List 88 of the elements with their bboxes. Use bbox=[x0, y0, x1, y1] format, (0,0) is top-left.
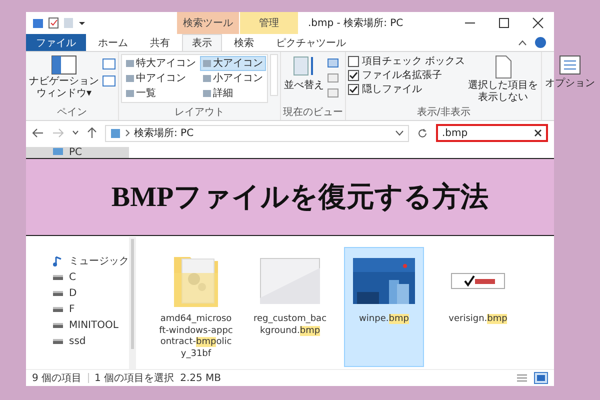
group-label: 表示/非表示 bbox=[416, 106, 472, 120]
file-name: verisign.bmp bbox=[448, 314, 508, 326]
options-button[interactable]: オプション bbox=[544, 54, 596, 91]
navigation-pane-button[interactable]: ナビゲーションウィンドウ▾ bbox=[28, 54, 100, 100]
nav-item[interactable]: D bbox=[26, 285, 129, 301]
search-field[interactable]: .bmp bbox=[436, 124, 548, 142]
sort-button[interactable]: 並べ替え bbox=[283, 54, 325, 93]
window-title: .bmp - 検索場所: PC bbox=[308, 16, 404, 30]
nav-item[interactable]: PC bbox=[26, 147, 129, 159]
checkbox-label: ファイル名拡張子 bbox=[362, 69, 442, 82]
close-icon[interactable] bbox=[532, 17, 544, 29]
preview-pane-icon[interactable] bbox=[102, 58, 116, 70]
address-field[interactable]: 検索場所: PC bbox=[105, 124, 409, 142]
properties-icon[interactable] bbox=[48, 17, 59, 29]
selection-size: 2.25 MB bbox=[180, 372, 222, 384]
ribbon-tab[interactable]: ファイル bbox=[26, 34, 86, 51]
options-icon bbox=[559, 55, 582, 75]
checkbox[interactable] bbox=[348, 70, 359, 81]
layout-option[interactable]: 大アイコン bbox=[200, 56, 266, 71]
ribbon-tab[interactable]: 共有 bbox=[140, 34, 180, 51]
checkbox-label: 隠しファイル bbox=[362, 83, 422, 96]
nav-item[interactable]: MINITOOL bbox=[26, 317, 129, 333]
drive-icon bbox=[52, 321, 64, 329]
nav-label: C bbox=[69, 272, 76, 282]
selection-count: 1 個の項目を選択 bbox=[94, 372, 174, 385]
group-label: ペイン bbox=[56, 106, 88, 120]
file-item[interactable]: reg_custom_background.bmp bbox=[250, 247, 330, 369]
file-item[interactable]: amd64_microsoft-windows-appcontract-bmpolicy_31bf bbox=[156, 247, 236, 369]
clear-icon[interactable] bbox=[534, 129, 542, 137]
maximize-icon[interactable] bbox=[498, 17, 510, 29]
drive-icon bbox=[52, 337, 64, 345]
group-label: レイアウト bbox=[174, 106, 226, 120]
music-note-icon bbox=[52, 255, 64, 267]
nav-label: D bbox=[69, 288, 77, 298]
file-name: amd64_microsoft-windows-appcontract-bmpolicy_31bf bbox=[159, 314, 233, 361]
hide-selected-button[interactable]: 選択した項目を表示しない bbox=[467, 54, 540, 104]
large-icons-view-icon[interactable] bbox=[534, 372, 548, 384]
up-icon[interactable] bbox=[87, 127, 97, 139]
gallery-scrollbar[interactable] bbox=[270, 54, 278, 96]
drive-icon bbox=[52, 305, 64, 313]
back-icon[interactable] bbox=[32, 128, 44, 138]
nav-item[interactable]: ミュージック bbox=[26, 253, 129, 269]
drive-icon bbox=[52, 273, 64, 281]
nav-label: ミュージック bbox=[69, 255, 129, 268]
nav-label: MINITOOL bbox=[69, 320, 118, 330]
nav-label: PC bbox=[69, 147, 82, 158]
details-pane-icon[interactable] bbox=[102, 75, 116, 87]
layout-option[interactable]: 特大アイコン bbox=[123, 56, 199, 71]
layout-option[interactable]: 小アイコン bbox=[200, 71, 266, 86]
scrollbar[interactable] bbox=[129, 237, 136, 369]
nav-label: F bbox=[69, 304, 75, 314]
nav-item[interactable]: F bbox=[26, 301, 129, 317]
ribbon-tab[interactable]: 検索 bbox=[224, 34, 264, 51]
document-icon bbox=[494, 55, 512, 79]
image-thumbnail bbox=[260, 258, 320, 304]
ribbon-tab[interactable]: 表示 bbox=[182, 34, 222, 51]
collapse-ribbon-icon[interactable] bbox=[518, 38, 527, 46]
check-logo-thumbnail bbox=[451, 273, 505, 289]
item-count: 9 個の項目 bbox=[32, 372, 82, 385]
sort-icon bbox=[292, 55, 316, 77]
pane-icon bbox=[51, 55, 77, 75]
checkbox[interactable] bbox=[348, 56, 359, 67]
file-item[interactable]: winpe.bmp bbox=[344, 247, 424, 367]
details-view-icon[interactable] bbox=[516, 373, 528, 383]
chevron-icon[interactable] bbox=[125, 129, 130, 137]
banner-title: BMPファイルを復元する方法 bbox=[111, 180, 489, 215]
computer-icon bbox=[52, 147, 64, 157]
computer-icon bbox=[110, 128, 121, 138]
dropdown-caret-icon[interactable] bbox=[395, 130, 404, 136]
file-name: reg_custom_background.bmp bbox=[253, 314, 327, 338]
group-label: 現在のビュー bbox=[283, 106, 343, 120]
checkbox[interactable] bbox=[348, 84, 359, 95]
nav-item[interactable]: ssd bbox=[26, 333, 129, 349]
drive-icon bbox=[52, 289, 64, 297]
context-tab-label: 管理 bbox=[240, 12, 298, 34]
file-name: winpe.bmp bbox=[359, 314, 409, 326]
ribbon-tab[interactable]: ピクチャツール bbox=[266, 34, 356, 51]
checkbox-label: 項目チェック ボックス bbox=[362, 55, 466, 68]
layout-option[interactable]: 詳細 bbox=[200, 86, 266, 101]
layout-option[interactable]: 一覧 bbox=[123, 86, 199, 101]
layout-option[interactable]: 中アイコン bbox=[123, 71, 199, 86]
context-tab-label: 検索ツール bbox=[177, 12, 239, 34]
file-item[interactable]: verisign.bmp bbox=[438, 247, 518, 367]
nav-item[interactable]: C bbox=[26, 269, 129, 285]
ribbon-tab[interactable]: ホーム bbox=[88, 34, 138, 51]
nav-label: ssd bbox=[69, 336, 86, 346]
recent-caret-icon[interactable] bbox=[72, 130, 79, 136]
refresh-icon[interactable] bbox=[417, 128, 428, 138]
